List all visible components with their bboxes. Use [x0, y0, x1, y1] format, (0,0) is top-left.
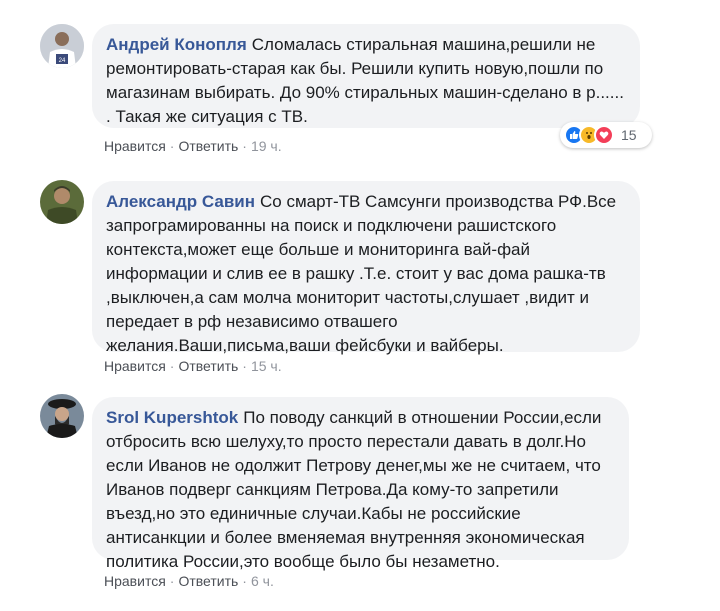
comment-author[interactable]: Александр Савин [106, 192, 255, 211]
reactions-summary[interactable]: 15 [560, 122, 652, 148]
separator: · [169, 358, 175, 374]
like-link[interactable]: Нравится [104, 573, 166, 589]
reply-link[interactable]: Ответить [178, 138, 238, 154]
reply-link[interactable]: Ответить [178, 358, 238, 374]
separator: · [169, 573, 175, 589]
love-icon [594, 125, 614, 145]
comment-bubble: Андрей Конопля Сломалась стиральная машин… [92, 24, 640, 128]
comment-actions: Нравится · Ответить · 6 ч. [104, 573, 274, 589]
comment-text: Александр Савин Со смарт-ТВ Самсунги прои… [106, 190, 626, 358]
comment-body: По поводу санкций в отношении России,есл… [106, 408, 602, 571]
comment-text: Андрей Конопля Сломалась стиральная машин… [106, 33, 626, 129]
comment-author[interactable]: Андрей Конопля [106, 35, 247, 54]
comment-actions: Нравится · Ответить · 15 ч. [104, 358, 282, 374]
reply-link[interactable]: Ответить [178, 573, 238, 589]
comment-author[interactable]: Srol Kupershtok [106, 408, 238, 427]
like-link[interactable]: Нравится [104, 138, 166, 154]
separator: · [169, 138, 175, 154]
comment-time[interactable]: 19 ч. [251, 138, 282, 154]
comment-body: Со смарт-ТВ Самсунги производства РФ.Все… [106, 192, 617, 355]
separator: · [242, 573, 247, 589]
comment-text: Srol Kupershtok По поводу санкций в отнош… [106, 406, 615, 574]
separator: · [242, 138, 247, 154]
comment-actions: Нравится · Ответить · 19 ч. [104, 138, 282, 154]
comment-bubble: Srol Kupershtok По поводу санкций в отнош… [92, 397, 629, 571]
person-avatar-icon [40, 394, 84, 438]
person-avatar-icon: 24 [40, 24, 84, 68]
svg-text:24: 24 [59, 58, 66, 64]
comment-time[interactable]: 15 ч. [251, 358, 282, 374]
person-avatar-icon [40, 180, 84, 224]
like-link[interactable]: Нравится [104, 358, 166, 374]
comment-time[interactable]: 6 ч. [251, 573, 274, 589]
separator: · [242, 358, 247, 374]
reaction-count: 15 [621, 127, 637, 143]
comment-bubble: Александр Савин Со смарт-ТВ Самсунги прои… [92, 181, 640, 355]
avatar-srol[interactable] [40, 394, 84, 438]
avatar-andrey[interactable]: 24 [40, 24, 84, 68]
avatar-aleksandr[interactable] [40, 180, 84, 224]
